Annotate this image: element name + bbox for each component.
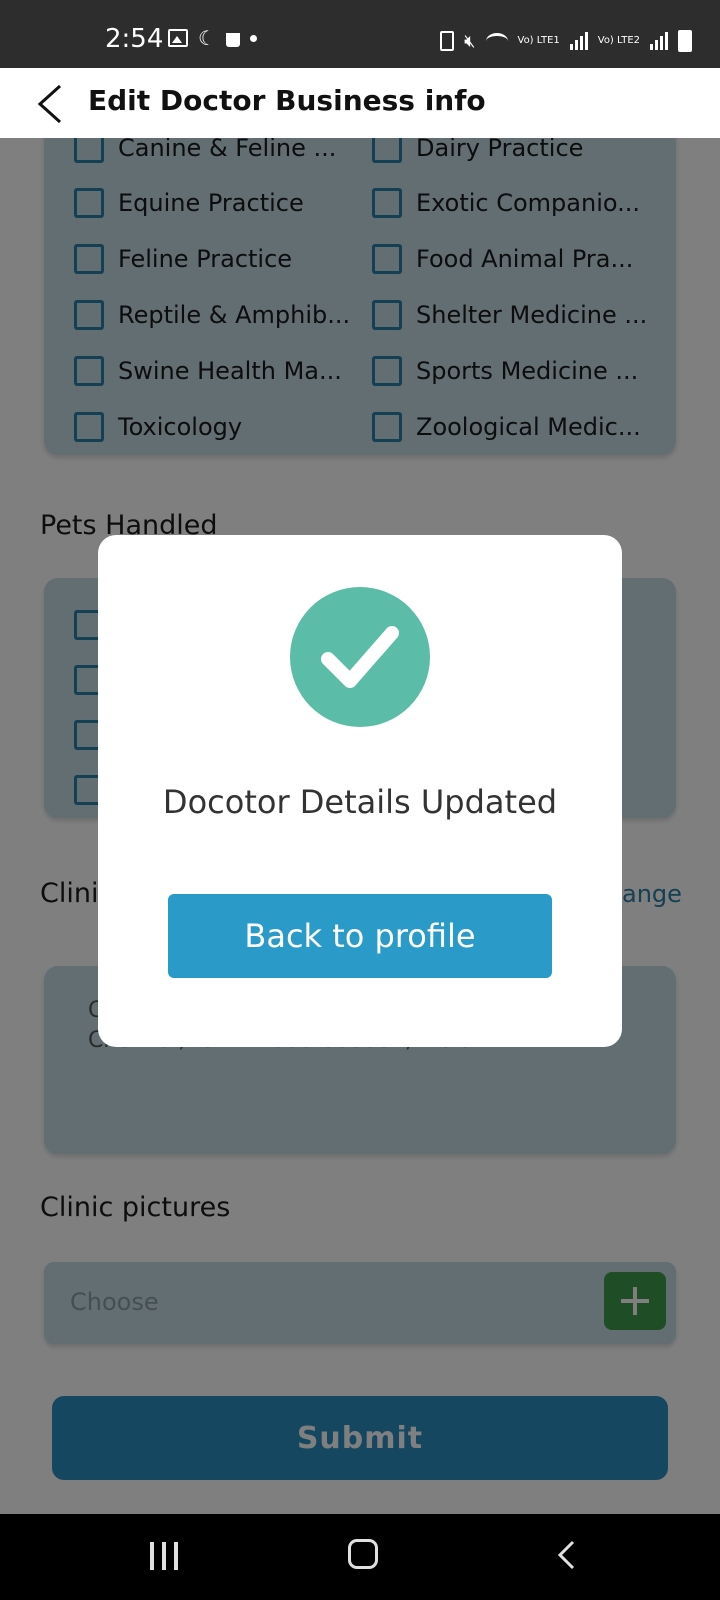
lte1-label: Vo) LTE1 xyxy=(517,35,560,46)
page-title: Edit Doctor Business info xyxy=(88,84,486,117)
signal-1-icon xyxy=(569,32,588,50)
wifi-icon xyxy=(485,33,508,49)
moon-icon: ☾ xyxy=(198,26,216,50)
success-message: Docotor Details Updated xyxy=(162,783,558,821)
notification-dot-icon xyxy=(249,34,257,42)
navigation-bar xyxy=(0,1514,720,1600)
back-to-profile-button[interactable]: Back to profile xyxy=(168,894,552,978)
home-icon[interactable] xyxy=(348,1539,378,1569)
status-time: 2:54 xyxy=(105,24,164,54)
app-header-cover: Edit Doctor Business info xyxy=(0,68,720,138)
gallery-icon xyxy=(168,29,188,47)
success-dialog: Docotor Details Updated Back to profile xyxy=(98,535,622,1047)
status-right-icons: 🔇︎ Vo) LTE1 Vo) LTE2 xyxy=(440,30,692,52)
back-nav-icon[interactable] xyxy=(553,1540,581,1570)
shopping-bag-icon xyxy=(225,33,240,47)
mute-icon: 🔇︎ xyxy=(464,30,476,52)
lte2-label: Vo) LTE2 xyxy=(597,35,640,46)
check-circle-icon xyxy=(290,587,430,727)
battery-saver-icon xyxy=(440,31,455,51)
status-left-icons: ☾ xyxy=(168,28,257,48)
recent-apps-icon[interactable] xyxy=(150,1542,178,1570)
back-arrow-icon[interactable] xyxy=(36,84,64,124)
battery-charging-icon xyxy=(678,30,692,52)
status-bar: 2:54 ☾ 🔇︎ Vo) LTE1 Vo) LTE2 xyxy=(0,0,720,68)
signal-2-icon xyxy=(650,32,668,50)
